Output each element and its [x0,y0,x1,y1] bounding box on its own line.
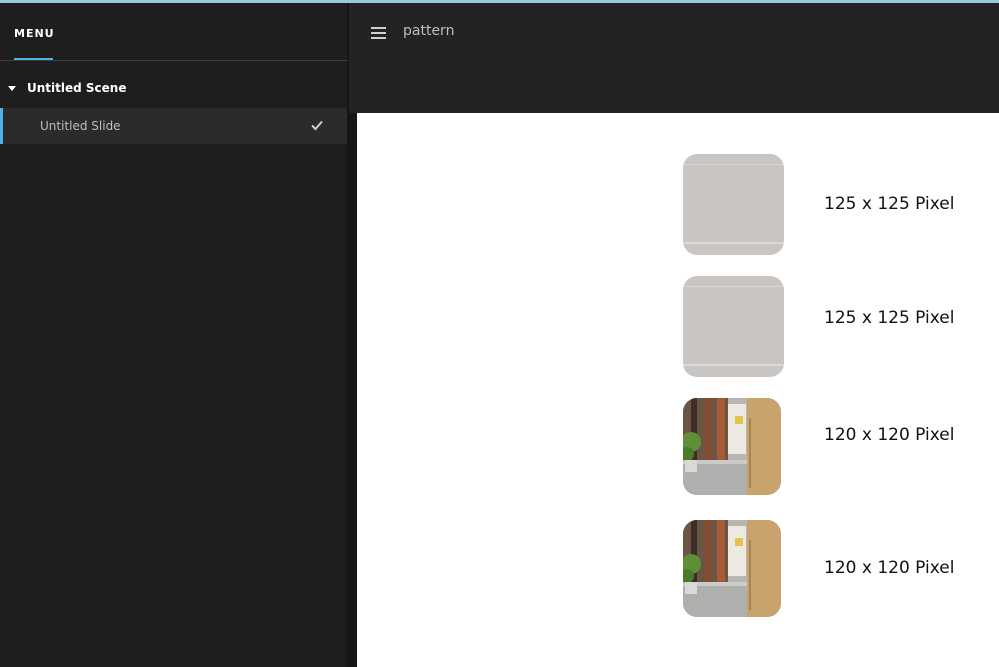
slide-canvas: 125 x 125 Pixel 125 x 125 Pixel 120 x 12… [357,113,999,667]
page-title: pattern [403,23,455,39]
check-icon [311,120,323,131]
size-label: 125 x 125 Pixel [824,308,955,328]
pattern-thumbnail[interactable] [683,276,784,377]
slide-label: Untitled Slide [40,119,121,133]
hallway-photo-icon [683,520,781,617]
menu-tab[interactable]: MENU [14,27,55,40]
sidebar-header: MENU [0,3,349,61]
photo-thumbnail[interactable] [683,520,781,617]
sidebar: MENU Untitled Scene Untitled Slide [0,3,349,667]
caret-down-icon[interactable] [8,86,16,91]
slide-item[interactable]: Untitled Slide [0,108,347,144]
size-label: 125 x 125 Pixel [824,194,955,214]
size-label: 120 x 120 Pixel [824,558,955,578]
pattern-thumbnail[interactable] [683,154,784,255]
size-label: 120 x 120 Pixel [824,425,955,445]
topbar: pattern [349,3,999,113]
menu-tab-active-indicator [14,58,53,60]
hamburger-menu-icon[interactable] [371,27,386,39]
scene-item[interactable]: Untitled Scene [0,75,349,103]
scene-label: Untitled Scene [27,81,127,95]
slide-selected-indicator [0,108,3,144]
photo-thumbnail[interactable] [683,398,781,495]
hallway-photo-icon [683,398,781,495]
